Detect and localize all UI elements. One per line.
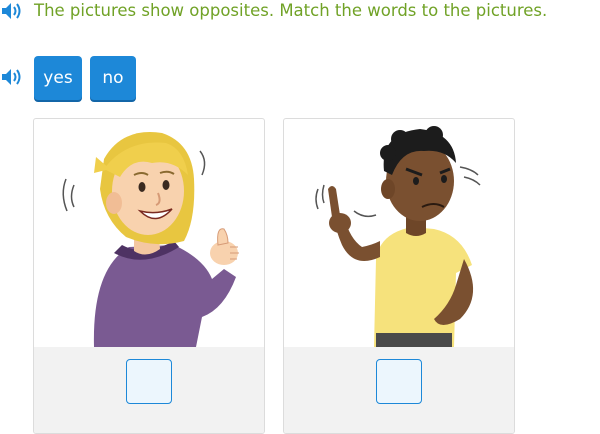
girl-thumbs-up-illustration	[62, 132, 239, 347]
card-footer	[34, 347, 264, 433]
word-bank-speaker-icon[interactable]	[0, 66, 26, 88]
picture-card-girl	[33, 118, 265, 434]
answer-dropzone-right[interactable]	[376, 359, 422, 404]
picture-card-boy	[283, 118, 515, 434]
instruction-text: The pictures show opposites. Match the w…	[34, 1, 548, 20]
instruction-speaker-icon[interactable]	[0, 0, 26, 22]
word-tile-no[interactable]: no	[90, 56, 136, 100]
boy-finger-wag-illustration	[315, 126, 481, 347]
card-footer	[284, 347, 514, 433]
word-tile-yes[interactable]: yes	[34, 56, 82, 100]
answer-dropzone-left[interactable]	[126, 359, 172, 404]
